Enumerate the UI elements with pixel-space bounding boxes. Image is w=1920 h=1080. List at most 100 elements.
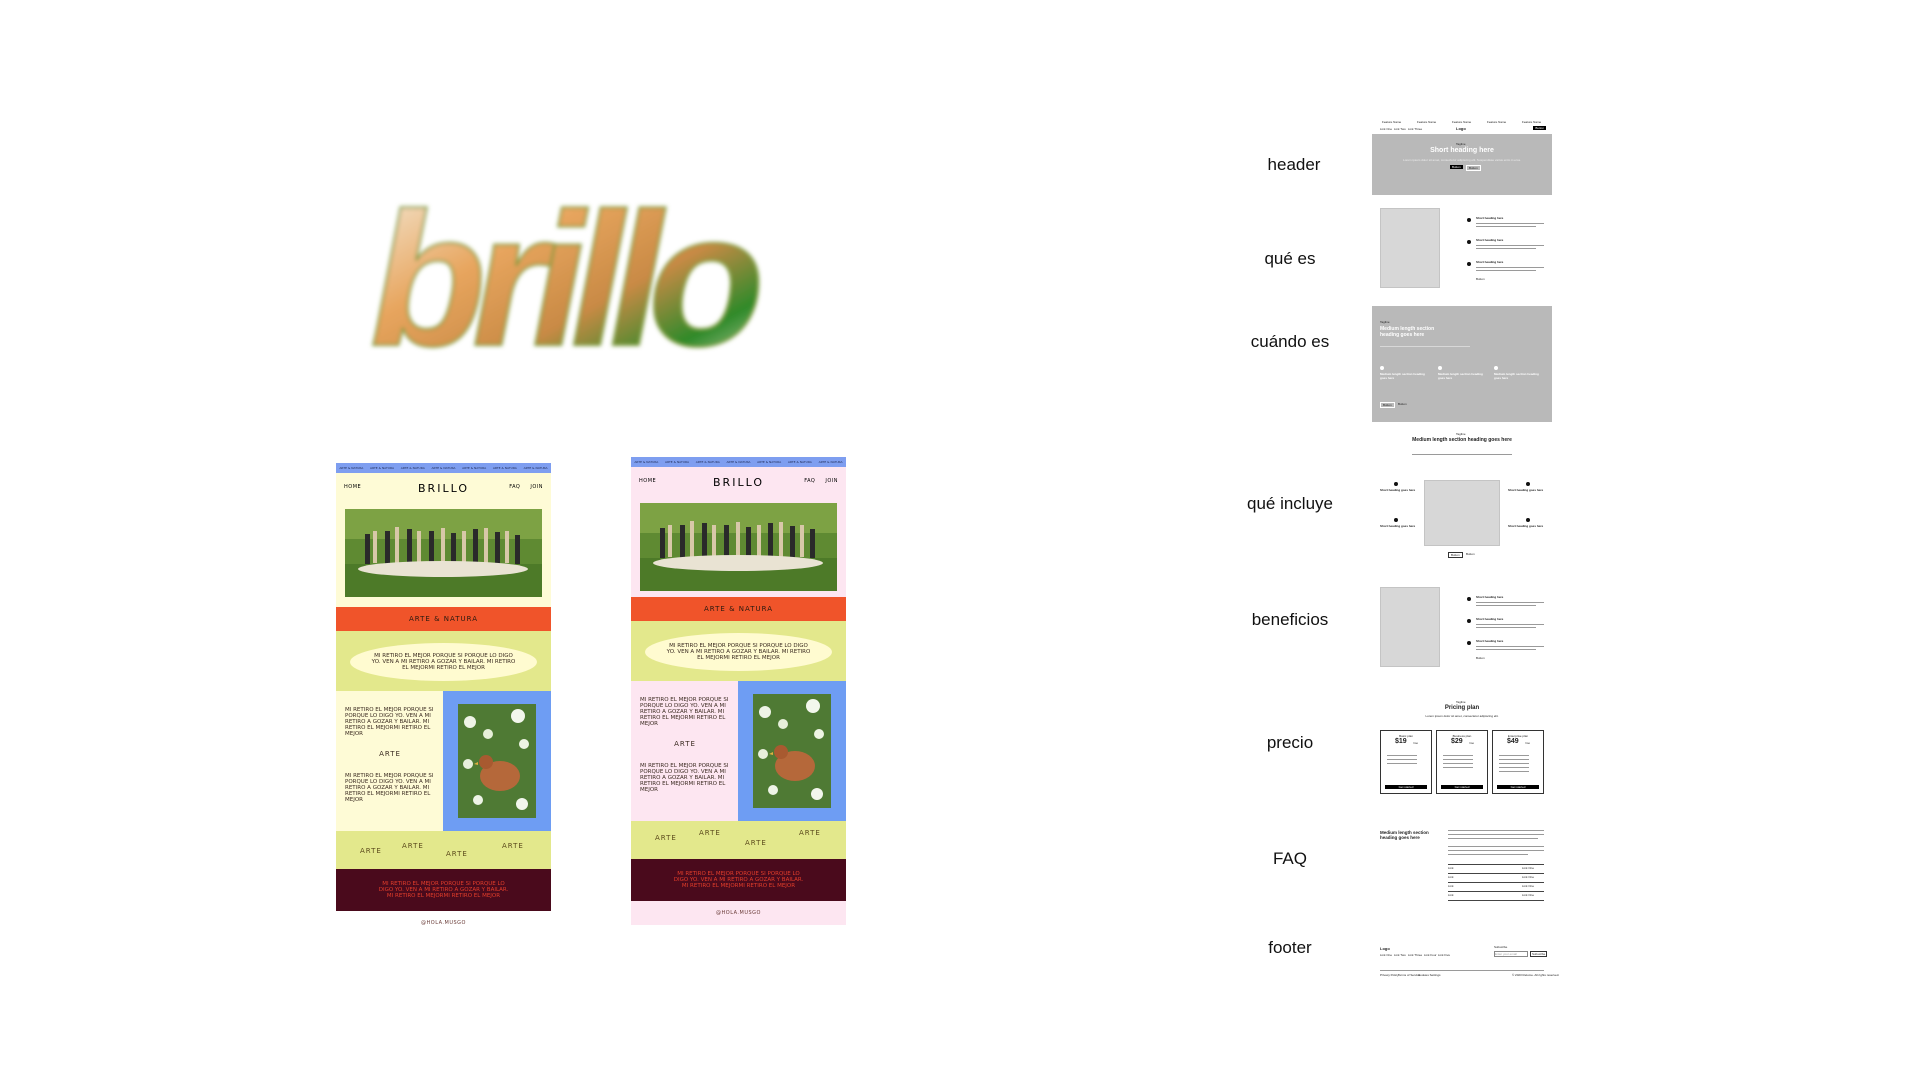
wf-nav-link[interactable]: Link Three bbox=[1408, 127, 1422, 131]
wf-faq-row-right[interactable]: Link One bbox=[1522, 893, 1534, 897]
arte-label: ARTE bbox=[502, 842, 524, 850]
wf-secondary-button[interactable]: Button bbox=[1466, 552, 1475, 556]
wf-hero-heading: Short heading here bbox=[1430, 147, 1494, 154]
mockup-pink: ARTE & NATURA ARTE & NATURA ARTE & NATUR… bbox=[631, 457, 846, 925]
wf-feature-title: Short heading goes here bbox=[1380, 524, 1416, 528]
wf-hero-body: Lorem ipsum dolor sit amet, consectetur … bbox=[1403, 158, 1521, 162]
wf-top-link[interactable]: Feature Name bbox=[1522, 120, 1541, 124]
ticker-item: ARTE & NATURA bbox=[757, 460, 782, 464]
wf-faq-row-right[interactable]: Link One bbox=[1522, 875, 1534, 879]
wf-feature-title: Short heading here bbox=[1476, 238, 1504, 242]
wf-feature-title: Short heading goes here bbox=[1508, 524, 1544, 528]
wf-nav-link[interactable]: Link Two bbox=[1394, 127, 1406, 131]
wf-footer-link[interactable]: Link One bbox=[1380, 953, 1392, 957]
wf-feature-icon bbox=[1526, 518, 1530, 522]
wf-hero-secondary-button[interactable]: Button bbox=[1466, 165, 1481, 171]
wf-feature-icon bbox=[1526, 482, 1530, 486]
brillo-logo: brillo bbox=[360, 173, 835, 395]
arte-row: ARTE ARTE ARTE ARTE bbox=[631, 821, 846, 859]
wf-feature-icon bbox=[1467, 597, 1471, 601]
wf-top-link[interactable]: Feature Name bbox=[1487, 120, 1506, 124]
wf-primary-button[interactable]: Button bbox=[1380, 402, 1395, 408]
wf-pricing-heading: Pricing plan bbox=[1444, 705, 1480, 711]
footer-handle[interactable]: @HOLA.MUSGO bbox=[336, 911, 551, 935]
logo-text: brillo bbox=[370, 175, 758, 386]
wf-header: Feature Name Feature Name Feature Name F… bbox=[1372, 118, 1552, 195]
arte-label: ARTE bbox=[446, 850, 468, 858]
wf-image-placeholder bbox=[1424, 480, 1500, 546]
wf-nav-link[interactable]: Link One bbox=[1380, 127, 1392, 131]
section-band: ARTE & NATURA bbox=[336, 607, 551, 631]
nav-join-link[interactable]: JOIN bbox=[530, 484, 543, 490]
wf-pricing-body: Lorem ipsum dolor sit amet, consectetur … bbox=[1425, 714, 1499, 718]
nav-join-link[interactable]: JOIN bbox=[825, 478, 838, 484]
split-image-column bbox=[738, 681, 846, 821]
split-image-column bbox=[443, 691, 551, 831]
wf-footer-link[interactable]: Link Two bbox=[1394, 953, 1406, 957]
wf-plan-cta[interactable]: Get started bbox=[1381, 785, 1431, 789]
footer-handle[interactable]: @HOLA.MUSGO bbox=[631, 901, 846, 925]
wf-faq-row-right[interactable]: Link One bbox=[1522, 866, 1534, 870]
wf-hero-primary-button[interactable]: Button bbox=[1450, 165, 1463, 169]
wf-top-link[interactable]: Feature Name bbox=[1452, 120, 1471, 124]
wf-footer: Logo Link One Link Two Link Three Link F… bbox=[1372, 942, 1559, 980]
wf-footer-link[interactable]: Link Four bbox=[1424, 953, 1437, 957]
wf-legal-link[interactable]: Terms of Service bbox=[1398, 973, 1420, 977]
wf-feature-title: Short heading goes here bbox=[1380, 488, 1416, 492]
ticker-item: ARTE & NATURA bbox=[787, 460, 812, 464]
wf-legal-link[interactable]: Cookies Settings bbox=[1418, 973, 1441, 977]
wf-image-placeholder bbox=[1380, 587, 1440, 667]
ticker-bar: ARTE & NATURA ARTE & NATURA ARTE & NATUR… bbox=[336, 463, 551, 473]
ticker-item: ARTE & NATURA bbox=[492, 466, 517, 470]
wf-feature-link[interactable]: Button bbox=[1476, 656, 1485, 660]
wf-secondary-button[interactable]: Button bbox=[1398, 402, 1407, 406]
wf-feature-icon bbox=[1467, 641, 1471, 645]
wf-feature-title: Short heading here bbox=[1476, 260, 1504, 264]
hero-photo-section bbox=[336, 503, 551, 607]
wf-tagline: Tagline bbox=[1456, 142, 1466, 146]
arte-label: ARTE bbox=[799, 829, 821, 837]
top-nav: HOME BRILLO FAQ JOIN bbox=[336, 473, 551, 503]
wf-faq-row[interactable]: Link bbox=[1448, 884, 1454, 888]
split-section: MI RETIRO EL MEJOR PORQUE SI PORQUE LO D… bbox=[336, 691, 551, 831]
wf-tagline: Tagline bbox=[1380, 320, 1390, 324]
hero-photo bbox=[345, 509, 542, 597]
wf-plan-cta[interactable]: Get started bbox=[1437, 785, 1487, 789]
arte-row: ARTE ARTE ARTE ARTE bbox=[336, 831, 551, 869]
wf-faq-row-right[interactable]: Link One bbox=[1522, 884, 1534, 888]
wf-header-button[interactable]: Button bbox=[1533, 126, 1546, 130]
wf-primary-button[interactable]: Button bbox=[1448, 552, 1463, 558]
arte-label: ARTE bbox=[699, 829, 721, 837]
label-header: header bbox=[1267, 155, 1321, 174]
wf-footer-link[interactable]: Link Five bbox=[1438, 953, 1450, 957]
wf-feature-icon bbox=[1467, 240, 1471, 244]
wf-legal-link[interactable]: Privacy Policy bbox=[1380, 973, 1399, 977]
ticker-item: ARTE & NATURA bbox=[634, 460, 659, 464]
wf-plan-price: $19 bbox=[1395, 738, 1407, 745]
wf-col-icon bbox=[1380, 366, 1384, 370]
wf-feature-link[interactable]: Button bbox=[1476, 277, 1485, 281]
wf-image-placeholder bbox=[1380, 208, 1440, 288]
ellipse-text: MI RETIRO EL MEJOR PORQUE SI PORQUE LO D… bbox=[350, 643, 537, 681]
wf-plan-price: $29 bbox=[1451, 738, 1463, 745]
wf-plan-cta[interactable]: Get started bbox=[1493, 785, 1543, 789]
hen-photo bbox=[753, 694, 831, 808]
wf-top-link[interactable]: Feature Name bbox=[1417, 120, 1436, 124]
wf-footer-link[interactable]: Link Three bbox=[1408, 953, 1422, 957]
wf-email-input[interactable]: Enter your email bbox=[1494, 951, 1528, 957]
wf-faq-row[interactable]: Link bbox=[1448, 866, 1454, 870]
label-footer: footer bbox=[1268, 938, 1312, 957]
wf-beneficios: Short heading here Short heading here Sh… bbox=[1372, 587, 1552, 669]
wf-faq-row[interactable]: Link bbox=[1448, 875, 1454, 879]
wf-cuando-es: Tagline Medium length section heading go… bbox=[1372, 306, 1552, 422]
label-precio: precio bbox=[1266, 733, 1314, 752]
wf-subscribe-button[interactable]: Subscribe bbox=[1530, 951, 1548, 957]
wf-faq-row[interactable]: Link bbox=[1448, 893, 1454, 897]
wf-top-link[interactable]: Feature Name bbox=[1382, 120, 1401, 124]
ticker-item: ARTE & NATURA bbox=[665, 460, 690, 464]
nav-faq-link[interactable]: FAQ bbox=[804, 478, 815, 484]
section-band: ARTE & NATURA bbox=[631, 597, 846, 621]
arte-label: ARTE bbox=[745, 839, 767, 847]
split-heading: ARTE bbox=[379, 750, 401, 758]
nav-faq-link[interactable]: FAQ bbox=[509, 484, 520, 490]
